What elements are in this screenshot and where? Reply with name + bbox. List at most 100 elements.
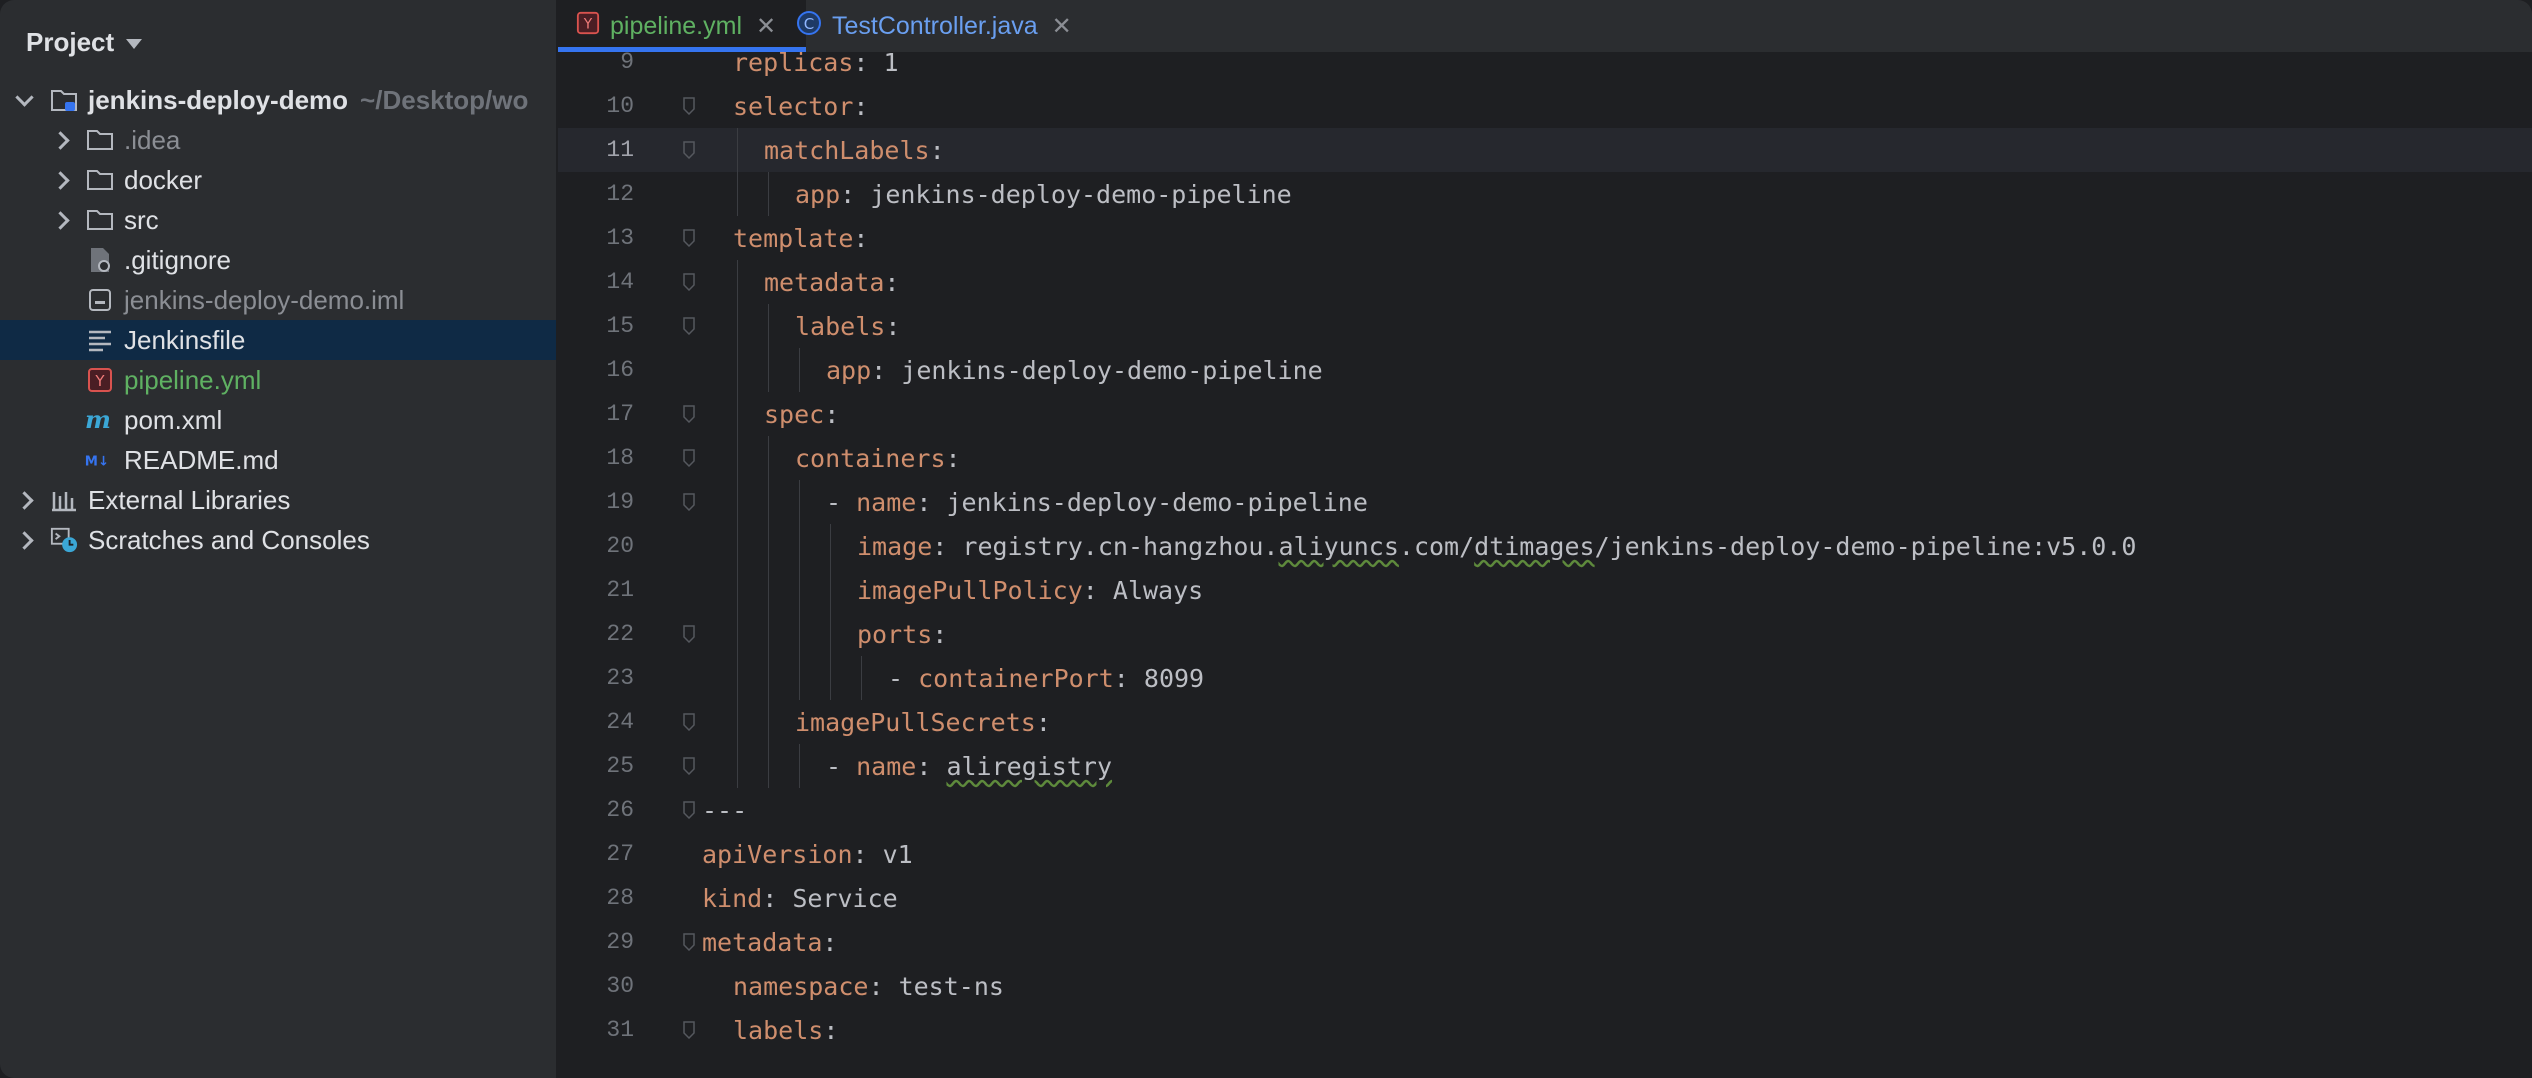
tree-item-idea[interactable]: .idea [0,120,556,160]
tree-item-external-libraries[interactable]: External Libraries [0,480,556,520]
code-line[interactable]: 18 containers: [558,436,2532,480]
code-line[interactable]: 31 labels: [558,1008,2532,1052]
fold-marker-icon[interactable] [682,757,696,775]
indent-guide [799,348,800,392]
code-line[interactable]: 9 replicas: 1 [558,40,2532,84]
close-icon[interactable]: ✕ [756,12,776,41]
line-number[interactable]: 20 [558,533,634,559]
code-line[interactable]: 21 imagePullPolicy: Always [558,568,2532,612]
gitignore-file-icon [86,246,114,274]
line-number[interactable]: 22 [558,621,634,647]
line-number[interactable]: 12 [558,181,634,207]
close-icon[interactable]: ✕ [1052,12,1072,41]
line-number[interactable]: 25 [558,753,634,779]
chevron-right-icon[interactable] [42,160,78,200]
yaml-value: 8099 [1128,663,1205,693]
fold-marker-icon[interactable] [682,801,696,819]
fold-marker-icon[interactable] [682,713,696,731]
fold-marker-icon[interactable] [682,449,696,467]
code-line[interactable]: 14 metadata: [558,260,2532,304]
fold-marker-icon[interactable] [682,405,696,423]
line-number[interactable]: 23 [558,665,634,691]
line-number[interactable]: 10 [558,93,634,119]
tree-item-scratches[interactable]: Scratches and Consoles [0,520,556,560]
line-number[interactable]: 13 [558,225,634,251]
code-line[interactable]: 20 image: registry.cn-hangzhou.aliyuncs.c… [558,524,2532,568]
fold-marker-icon[interactable] [682,273,696,291]
yaml-value: Service [777,883,898,913]
code-line[interactable]: 24 imagePullSecrets: [558,700,2532,744]
code-line[interactable]: 23 - containerPort: 8099 [558,656,2532,700]
line-number[interactable]: 26 [558,797,634,823]
tree-item-label: pom.xml [124,404,223,435]
tree-item-pipeline-yml[interactable]: Y pipeline.yml [0,360,556,400]
fold-marker-icon[interactable] [682,317,696,335]
yaml-colon: : [916,487,932,517]
folder-icon [86,206,114,234]
indent-guide [768,348,769,392]
tree-item-pom[interactable]: m pom.xml [0,400,556,440]
code-line[interactable]: 15 labels: [558,304,2532,348]
fold-marker-icon[interactable] [682,97,696,115]
line-number[interactable]: 16 [558,357,634,383]
chevron-right-icon[interactable] [6,520,42,560]
code-line[interactable]: 26 --- [558,788,2532,832]
tab-label: pipeline.yml [610,11,743,40]
code-text: metadata: [764,268,899,297]
code-text: spec: [764,400,839,429]
chevron-right-icon[interactable] [6,480,42,520]
indent-guide [799,612,800,656]
code-editor[interactable]: 9 replicas: 1 10 selector: 11 matchLabels: 12 a… [558,48,2532,1078]
line-number[interactable]: 19 [558,489,634,515]
yaml-key: kind [702,883,763,913]
fold-marker-icon[interactable] [682,933,696,951]
line-number[interactable]: 11 [558,137,634,163]
line-number[interactable]: 27 [558,841,634,867]
line-number[interactable]: 30 [558,973,634,999]
fold-marker-icon[interactable] [682,625,696,643]
line-number[interactable]: 17 [558,401,634,427]
code-line[interactable]: 29 metadata: [558,920,2532,964]
chevron-down-icon[interactable] [6,80,42,120]
code-line[interactable]: 22 ports: [558,612,2532,656]
tree-item-label: Scratches and Consoles [88,524,370,555]
tree-item-iml[interactable]: jenkins-deploy-demo.iml [0,280,556,320]
code-line[interactable]: 27 apiVersion: v1 [558,832,2532,876]
fold-marker-icon[interactable] [682,1021,696,1039]
code-line[interactable]: 12 app: jenkins-deploy-demo-pipeline [558,172,2532,216]
code-text: - containerPort: 8099 [888,664,1204,693]
line-number[interactable]: 28 [558,885,634,911]
line-number[interactable]: 9 [558,49,634,75]
line-number[interactable]: 15 [558,313,634,339]
tree-item-src[interactable]: src [0,200,556,240]
tree-item-gitignore[interactable]: .gitignore [0,240,556,280]
indent-guide [799,744,800,788]
yaml-colon: : [929,135,945,165]
line-number[interactable]: 18 [558,445,634,471]
line-number[interactable]: 29 [558,929,634,955]
code-line[interactable]: 16 app: jenkins-deploy-demo-pipeline [558,348,2532,392]
chevron-right-icon[interactable] [42,120,78,160]
code-line[interactable]: 28 kind: Service [558,876,2532,920]
code-line[interactable]: 19 - name: jenkins-deploy-demo-pipeline [558,480,2532,524]
code-line[interactable]: 25 - name: aliregistry [558,744,2532,788]
indent-guide [768,612,769,656]
tree-item-root[interactable]: jenkins-deploy-demo ~/Desktop/wo [0,80,556,120]
fold-marker-icon[interactable] [682,493,696,511]
line-number[interactable]: 14 [558,269,634,295]
code-line[interactable]: 11 matchLabels: [558,128,2532,172]
line-number[interactable]: 21 [558,577,634,603]
code-line[interactable]: 17 spec: [558,392,2532,436]
tree-item-readme[interactable]: M↓ README.md [0,440,556,480]
code-line[interactable]: 10 selector: [558,84,2532,128]
project-view-selector[interactable]: Project [26,22,143,62]
tree-item-jenkinsfile[interactable]: Jenkinsfile [0,320,556,360]
code-line[interactable]: 13 template: [558,216,2532,260]
tree-item-docker[interactable]: docker [0,160,556,200]
line-number[interactable]: 31 [558,1017,634,1043]
fold-marker-icon[interactable] [682,229,696,247]
line-number[interactable]: 24 [558,709,634,735]
code-line[interactable]: 30 namespace: test-ns [558,964,2532,1008]
chevron-right-icon[interactable] [42,200,78,240]
fold-marker-icon[interactable] [682,141,696,159]
